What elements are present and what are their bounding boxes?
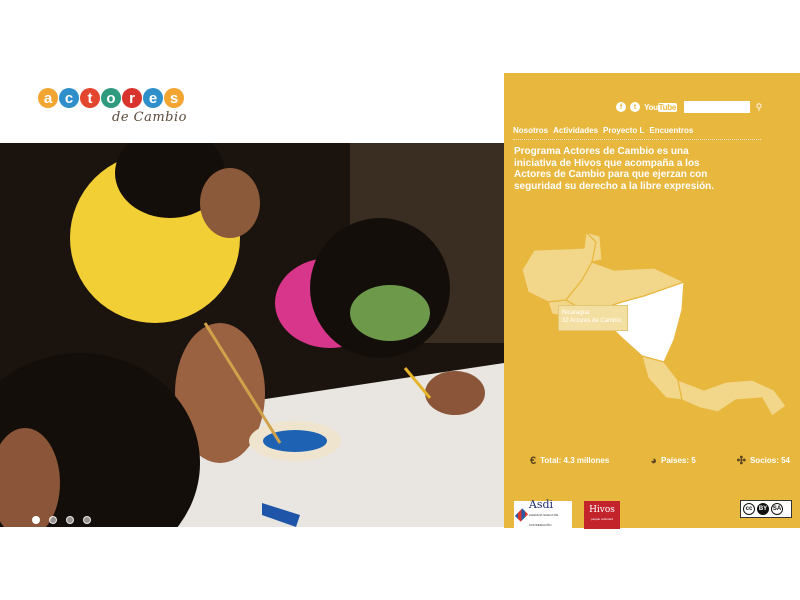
euro-icon: € <box>530 454 537 467</box>
slider-dot[interactable] <box>32 516 40 524</box>
hero-photo <box>0 143 504 527</box>
logo-letter: e <box>143 88 163 108</box>
map-tooltip: Nicaragua 32 Actores de Cambio <box>558 305 628 331</box>
nav-divider <box>513 139 761 140</box>
logo-letter: a <box>38 88 58 108</box>
stat-paises-label: Países: 5 <box>661 456 696 465</box>
intro-text: Programa Actores de Cambio es una inicia… <box>514 146 715 192</box>
logo-letters: a c t o r e s <box>38 88 208 108</box>
stat-socios-label: Socios: 54 <box>749 456 790 465</box>
nav-item-proyecto-l[interactable]: Proyecto L <box>603 126 644 135</box>
slider-dot[interactable] <box>66 516 74 524</box>
central-america-map <box>521 230 787 417</box>
sa-icon: SA <box>771 503 783 515</box>
globe-icon: ◕ <box>650 454 658 467</box>
sponsor-logos: Asdi AGENCIA SUECA DE COOPERACIÓN Hivos p… <box>514 499 620 530</box>
slider-dot[interactable] <box>83 516 91 524</box>
partners-icon: ✣ <box>736 455 746 467</box>
logo-subtitle: de Cambio <box>112 110 187 125</box>
tooltip-country: Nicaragua <box>562 310 590 316</box>
social-bar: f t YouTube ⚲ <box>616 101 764 113</box>
cc-license-badge[interactable]: cc BY SA <box>740 500 792 518</box>
stat-paises: ◕ Países: 5 <box>650 454 695 467</box>
stat-total: € Total: 4.3 millones <box>530 454 609 467</box>
by-icon: BY <box>757 503 769 515</box>
map-country-costa-rica[interactable] <box>641 355 683 401</box>
cc-icon: cc <box>743 503 755 515</box>
search-icon[interactable]: ⚲ <box>754 102 764 112</box>
main-nav: Nosotros Actividades Proyecto L Encuentr… <box>513 126 693 135</box>
asdi-mark-icon <box>514 508 529 522</box>
youtube-icon[interactable]: YouTube <box>644 102 677 112</box>
logo-letter: s <box>164 88 184 108</box>
slider-dot[interactable] <box>49 516 57 524</box>
asdi-text: Asdi AGENCIA SUECA DE COOPERACIÓN <box>528 499 570 530</box>
twitter-icon[interactable]: t <box>630 102 641 112</box>
youtube-tube: Tube <box>657 102 677 112</box>
page: a c t o r e s de Cambio f t YouTube ⚲ No… <box>0 0 800 600</box>
map-country-panama[interactable] <box>677 379 787 417</box>
asdi-subtitle: AGENCIA SUECA DE COOPERACIÓN <box>528 513 559 527</box>
hivos-logo[interactable]: Hivos people unlimited <box>584 501 620 529</box>
hivos-name: Hivos <box>589 505 615 515</box>
logo-letter: o <box>101 88 121 108</box>
stats-bar: € Total: 4.3 millones ◕ Países: 5 ✣ Soci… <box>530 454 790 468</box>
stat-total-label: Total: 4.3 millones <box>540 456 610 465</box>
logo-letter: t <box>80 88 100 108</box>
nav-item-encuentros[interactable]: Encuentros <box>649 126 693 135</box>
info-panel: f t YouTube ⚲ Nosotros Actividades Proye… <box>504 73 800 530</box>
stat-socios: ✣ Socios: 54 <box>737 454 790 467</box>
youtube-you: You <box>644 102 658 112</box>
hero-image <box>0 143 504 527</box>
nav-item-nosotros[interactable]: Nosotros <box>513 126 548 135</box>
nav-item-actividades[interactable]: Actividades <box>553 126 598 135</box>
search-input[interactable] <box>684 101 750 113</box>
logo-letter: c <box>59 88 79 108</box>
asdi-logo[interactable]: Asdi AGENCIA SUECA DE COOPERACIÓN <box>514 499 572 530</box>
hivos-subtitle: people unlimited <box>591 517 613 521</box>
slider-dots <box>32 516 91 524</box>
facebook-icon[interactable]: f <box>616 102 627 112</box>
logo[interactable]: a c t o r e s de Cambio <box>38 88 208 132</box>
tooltip-count: 32 Actores de Cambio <box>562 318 622 324</box>
logo-letter: r <box>122 88 142 108</box>
